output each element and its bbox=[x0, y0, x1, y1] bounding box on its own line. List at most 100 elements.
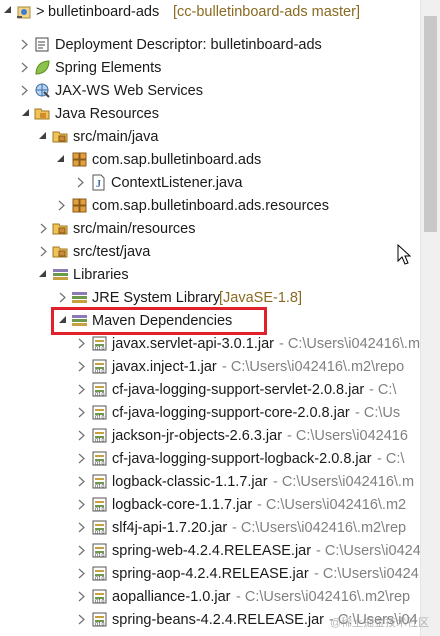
tree-item-jar[interactable]: 010 logback-core-1.1.7.jar - C:\Users\i042… bbox=[0, 494, 420, 516]
project-explorer-tree: > bulletinboard-ads [cc-bulletinboard-ad… bbox=[0, 0, 420, 636]
collapsed-arrow-icon[interactable] bbox=[77, 453, 87, 464]
collapsed-arrow-icon[interactable] bbox=[77, 476, 87, 487]
tree-item-spring-elements[interactable]: Spring Elements bbox=[0, 57, 420, 79]
expanded-arrow-icon[interactable] bbox=[56, 154, 66, 165]
tree-item-src-main-resources[interactable]: src/main/resources bbox=[0, 218, 420, 240]
collapsed-arrow-icon[interactable] bbox=[77, 499, 87, 510]
tree-item-project[interactable]: > bulletinboard-ads [cc-bulletinboard-ad… bbox=[0, 1, 420, 23]
mouse-pointer-icon bbox=[397, 243, 412, 270]
library-icon bbox=[71, 289, 88, 306]
vertical-scrollbar[interactable] bbox=[420, 0, 440, 636]
tree-item-label: com.sap.bulletinboard.ads bbox=[92, 152, 262, 168]
jar-name: spring-aop-4.2.4.RELEASE.jar bbox=[112, 566, 309, 582]
tree-item-src-main-java[interactable]: src/main/java bbox=[0, 126, 420, 148]
collapsed-arrow-icon[interactable] bbox=[20, 85, 30, 96]
jar-path: - C:\Users\i042416\.m2\repo bbox=[222, 359, 405, 375]
tree-item-label: ContextListener.java bbox=[111, 175, 243, 191]
maven-dependencies-highlight-box bbox=[51, 307, 267, 335]
collapsed-arrow-icon[interactable] bbox=[58, 292, 68, 303]
expanded-arrow-icon[interactable] bbox=[21, 108, 31, 119]
source-folder-icon bbox=[52, 128, 69, 145]
source-folder-icon bbox=[52, 243, 69, 260]
tree-item-jax-ws[interactable]: JAX-WS Web Services bbox=[0, 80, 420, 102]
tree-item-package-ads-resources[interactable]: com.sap.bulletinboard.ads.resources bbox=[0, 195, 420, 217]
svg-text:010: 010 bbox=[95, 576, 105, 582]
tree-item-jar[interactable]: 010 cf-java-logging-support-logback-2.0.8… bbox=[0, 448, 420, 470]
svg-text:010: 010 bbox=[95, 553, 105, 559]
collapsed-arrow-icon[interactable] bbox=[77, 591, 87, 602]
jar-name: cf-java-logging-support-core-2.0.8.jar bbox=[112, 405, 350, 421]
jar-name: javax.inject-1.jar bbox=[112, 359, 217, 375]
collapsed-arrow-icon[interactable] bbox=[76, 177, 86, 188]
project-prefix: > bbox=[36, 4, 45, 20]
collapsed-arrow-icon[interactable] bbox=[20, 62, 30, 73]
collapsed-arrow-icon[interactable] bbox=[39, 223, 49, 234]
collapsed-arrow-icon[interactable] bbox=[77, 522, 87, 533]
jar-name: aopalliance-1.0.jar bbox=[112, 589, 231, 605]
tree-item-jar[interactable]: 010 cf-java-logging-support-core-2.0.8.ja… bbox=[0, 402, 420, 424]
jar-name: logback-core-1.1.7.jar bbox=[112, 497, 253, 513]
tree-item-deployment-descriptor[interactable]: Deployment Descriptor: bulletinboard-ads bbox=[0, 34, 420, 56]
source-folder-icon bbox=[52, 220, 69, 237]
collapsed-arrow-icon[interactable] bbox=[57, 200, 67, 211]
collapsed-arrow-icon[interactable] bbox=[77, 568, 87, 579]
collapsed-arrow-icon[interactable] bbox=[77, 384, 87, 395]
svg-text:010: 010 bbox=[95, 530, 105, 536]
tree-item-label: Java Resources bbox=[55, 106, 159, 122]
project-git-decoration: [cc-bulletinboard-ads master] bbox=[173, 4, 360, 20]
svg-text:010: 010 bbox=[95, 346, 105, 352]
tree-item-label: src/test/java bbox=[73, 244, 151, 260]
tree-item-jar[interactable]: 010 javax.servlet-api-3.0.1.jar - C:\Users… bbox=[0, 333, 420, 355]
package-icon bbox=[71, 197, 88, 214]
svg-text:010: 010 bbox=[95, 392, 105, 398]
tree-item-jar[interactable]: 010 spring-aop-4.2.4.RELEASE.jar - C:\User… bbox=[0, 563, 420, 585]
deployment-descriptor-icon bbox=[34, 36, 51, 53]
collapsed-arrow-icon[interactable] bbox=[77, 407, 87, 418]
jar-name: cf-java-logging-support-servlet-2.0.8.ja… bbox=[112, 382, 365, 398]
tree-item-label: JRE System Library bbox=[92, 290, 221, 306]
jar-file-icon: 010 bbox=[91, 519, 108, 536]
jar-file-icon: 010 bbox=[91, 565, 108, 582]
tree-item-jar[interactable]: 010 slf4j-api-1.7.20.jar - C:\Users\i04241… bbox=[0, 517, 420, 539]
tree-item-label: com.sap.bulletinboard.ads.resources bbox=[92, 198, 329, 214]
expanded-arrow-icon[interactable] bbox=[38, 131, 48, 142]
collapsed-arrow-icon[interactable] bbox=[77, 338, 87, 349]
collapsed-arrow-icon[interactable] bbox=[77, 361, 87, 372]
jar-name: cf-java-logging-support-logback-2.0.8.ja… bbox=[112, 451, 372, 467]
collapsed-arrow-icon[interactable] bbox=[20, 39, 30, 50]
tree-item-java-resources[interactable]: Java Resources bbox=[0, 103, 420, 125]
collapsed-arrow-icon[interactable] bbox=[39, 246, 49, 257]
tree-item-jar[interactable]: 010 spring-web-4.2.4.RELEASE.jar - C:\User… bbox=[0, 540, 420, 562]
collapsed-arrow-icon[interactable] bbox=[77, 430, 87, 441]
jar-path: - C:\Users\i042416\.m2\rep bbox=[232, 520, 407, 536]
tree-item-package-ads[interactable]: com.sap.bulletinboard.ads bbox=[0, 149, 420, 171]
java-file-icon: J bbox=[90, 174, 107, 191]
collapsed-arrow-icon[interactable] bbox=[77, 545, 87, 556]
jar-path: - C:\Users\i0424 bbox=[314, 566, 419, 582]
tree-item-jar[interactable]: 010 javax.inject-1.jar - C:\Users\i042416\… bbox=[0, 356, 420, 378]
tree-item-jre-system-library[interactable]: JRE System Library [JavaSE-1.8] bbox=[0, 287, 420, 309]
watermark: @稀土掘金技术社区 bbox=[330, 617, 430, 629]
jre-version-decoration: [JavaSE-1.8] bbox=[219, 290, 303, 306]
expanded-arrow-icon[interactable] bbox=[3, 5, 13, 16]
jar-name: jackson-jr-objects-2.6.3.jar bbox=[112, 428, 283, 444]
tree-item-jar[interactable]: 010 cf-java-logging-support-servlet-2.0.8… bbox=[0, 379, 420, 401]
jar-path: - C:\ bbox=[377, 451, 405, 467]
tree-item-jar[interactable]: 010 logback-classic-1.1.7.jar - C:\Users\i… bbox=[0, 471, 420, 493]
tree-item-context-listener[interactable]: J ContextListener.java bbox=[0, 172, 420, 194]
web-services-icon bbox=[34, 82, 51, 99]
expanded-arrow-icon[interactable] bbox=[38, 269, 48, 280]
scrollbar-thumb[interactable] bbox=[424, 16, 437, 232]
project-name: bulletinboard-ads bbox=[48, 4, 160, 20]
tree-item-src-test-java[interactable]: src/test/java bbox=[0, 241, 420, 263]
jar-path: - C:\ bbox=[369, 382, 397, 398]
jar-path: - C:\Users\i042416\.m2\rep bbox=[236, 589, 411, 605]
tree-item-jar[interactable]: 010 jackson-jr-objects-2.6.3.jar - C:\User… bbox=[0, 425, 420, 447]
tree-item-libraries[interactable]: Libraries bbox=[0, 264, 420, 286]
collapsed-arrow-icon[interactable] bbox=[77, 614, 87, 625]
tree-item-jar[interactable]: 010 aopalliance-1.0.jar - C:\Users\i042416… bbox=[0, 586, 420, 608]
jar-file-icon: 010 bbox=[91, 358, 108, 375]
java-resources-icon bbox=[34, 105, 51, 122]
svg-text:010: 010 bbox=[95, 507, 105, 513]
package-icon bbox=[71, 151, 88, 168]
